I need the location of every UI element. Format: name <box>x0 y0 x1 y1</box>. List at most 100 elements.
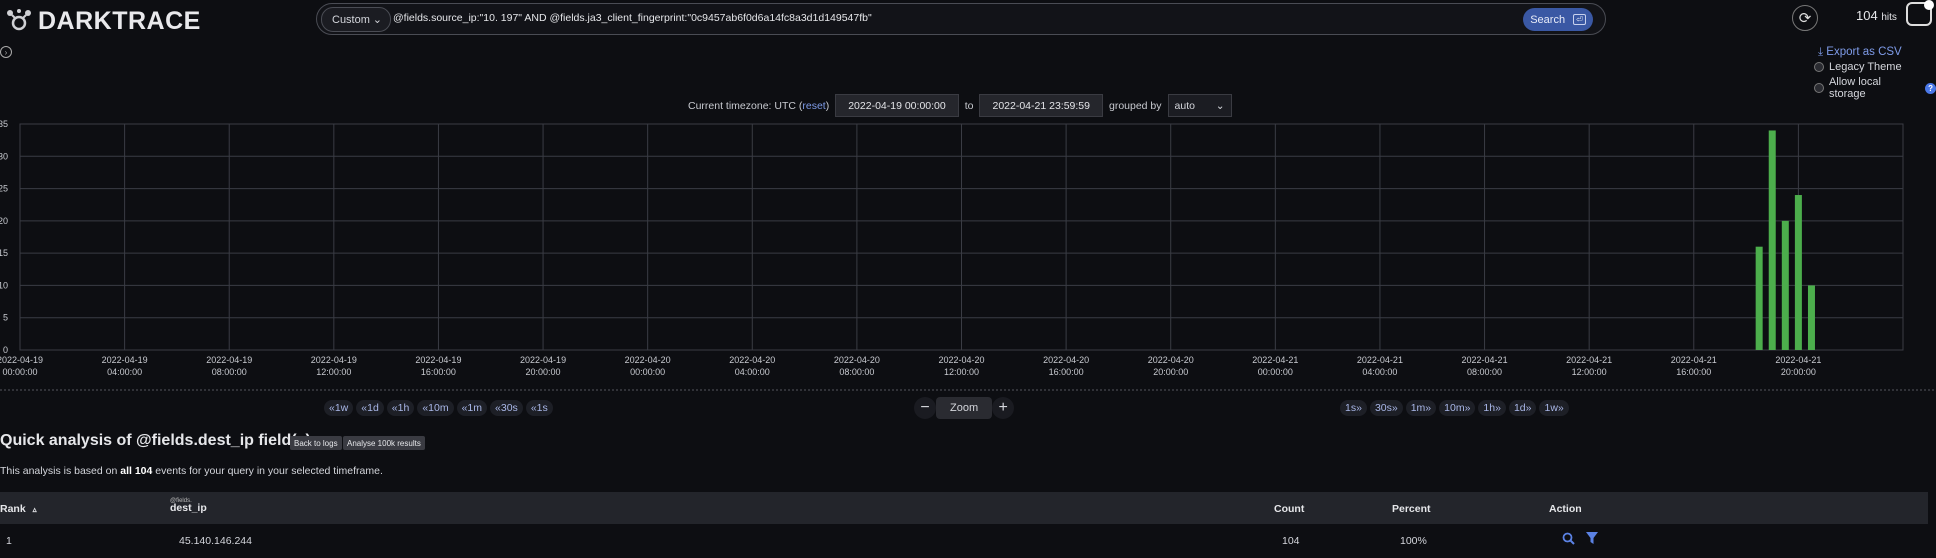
time-back-button[interactable]: «1m <box>456 400 488 416</box>
to-date-input[interactable]: 2022-04-21 23:59:59 <box>979 94 1103 117</box>
search-query-input[interactable]: @fields.source_ip:"10. 197" AND @fields.… <box>393 12 872 24</box>
time-back-button[interactable]: «10m <box>417 400 454 416</box>
legacy-theme-radio[interactable] <box>1814 62 1824 72</box>
x-tick-time: 12:00:00 <box>1572 367 1607 377</box>
rank-column-header[interactable]: Rank ▵ <box>0 503 37 515</box>
time-back-button[interactable]: «1d <box>356 400 384 416</box>
back-to-logs-button[interactable]: Back to logs <box>290 436 342 450</box>
percent-column-header[interactable]: Percent <box>1392 503 1431 515</box>
query-type-value: Custom <box>332 13 370 26</box>
histogram-bar[interactable] <box>1794 195 1802 350</box>
search-icon[interactable] <box>1562 532 1575 548</box>
y-tick-label: 35 <box>0 119 8 129</box>
analyse-100k-button[interactable]: Analyse 100k results <box>343 436 425 450</box>
allow-local-storage-toggle[interactable]: Allow local storage ? <box>1814 76 1936 100</box>
x-tick-time: 16:00:00 <box>1049 367 1084 377</box>
legacy-theme-label: Legacy Theme <box>1829 61 1902 73</box>
notification-badge <box>1924 0 1934 10</box>
export-csv-link[interactable]: ⤓ Export as CSV <box>1818 46 1902 59</box>
hits-counter: 104 hits <box>1856 8 1897 23</box>
chevron-down-icon: ⌄ <box>372 14 382 26</box>
histogram-bar[interactable] <box>1768 130 1776 350</box>
time-forward-button[interactable]: 1m» <box>1405 400 1437 416</box>
x-tick-date: 2022-04-21 <box>1775 355 1821 365</box>
sidebar-toggle-button[interactable]: › <box>0 46 12 58</box>
refresh-icon: ⟳ <box>1798 10 1812 27</box>
x-tick-date: 2022-04-21 <box>1462 355 1508 365</box>
histogram-chart[interactable]: 353025201510502022-04-1900:00:002022-04-… <box>0 118 1936 393</box>
from-date-input[interactable]: 2022-04-19 00:00:00 <box>835 94 959 117</box>
zoom-in-button[interactable]: + <box>992 397 1015 419</box>
x-tick-time: 08:00:00 <box>1467 367 1502 377</box>
darktrace-logo[interactable]: DARKTRACE <box>6 4 201 38</box>
refresh-button[interactable]: ⟳ <box>1792 5 1818 31</box>
zoom-out-button[interactable]: − <box>914 397 936 419</box>
download-icon: ⤓ <box>1818 46 1824 58</box>
x-tick-time: 12:00:00 <box>944 367 979 377</box>
x-tick-time: 20:00:00 <box>1153 367 1188 377</box>
time-back-button[interactable]: «1h <box>386 400 415 416</box>
y-tick-label: 20 <box>0 216 8 226</box>
allow-local-storage-radio[interactable] <box>1814 83 1824 93</box>
x-tick-time: 08:00:00 <box>212 367 247 377</box>
action-column-header: Action <box>1549 503 1582 515</box>
x-tick-date: 2022-04-20 <box>625 355 671 365</box>
zoom-control: − Zoom + <box>914 397 1015 419</box>
histogram-bar[interactable] <box>1807 285 1815 350</box>
time-back-nav: «1w «1d «1h «10m «1m «30s «1s <box>324 400 553 416</box>
chevron-down-icon: ⌄ <box>1215 99 1225 112</box>
search-button[interactable]: Search ⏎ <box>1523 8 1593 31</box>
time-forward-button[interactable]: 1w» <box>1539 400 1569 416</box>
x-tick-time: 20:00:00 <box>526 367 561 377</box>
x-tick-time: 20:00:00 <box>1781 367 1816 377</box>
x-tick-date: 2022-04-21 <box>1357 355 1403 365</box>
count-column-header[interactable]: Count <box>1274 503 1304 515</box>
analysis-note-prefix: This analysis is based on <box>0 465 121 477</box>
row-percent: 100% <box>1400 535 1427 547</box>
x-tick-time: 04:00:00 <box>1362 367 1397 377</box>
time-back-button[interactable]: «1w <box>324 400 354 416</box>
query-type-select[interactable]: Custom ⌄ <box>321 7 391 32</box>
analysis-note: This analysis is based on all 104 events… <box>0 465 383 477</box>
x-tick-date: 2022-04-20 <box>834 355 880 365</box>
x-tick-date: 2022-04-19 <box>102 355 148 365</box>
x-tick-time: 04:00:00 <box>107 367 142 377</box>
analysis-note-bold: all 104 <box>120 465 153 477</box>
x-tick-date: 2022-04-19 <box>206 355 252 365</box>
x-tick-date: 2022-04-21 <box>1252 355 1298 365</box>
y-tick-label: 25 <box>0 184 8 194</box>
x-tick-date: 2022-04-20 <box>1148 355 1194 365</box>
histogram-bar[interactable] <box>1755 246 1763 350</box>
time-forward-button[interactable]: 1d» <box>1508 400 1537 416</box>
y-tick-label: 30 <box>0 151 8 161</box>
field-header-label: dest_ip <box>170 502 207 514</box>
time-forward-button[interactable]: 30s» <box>1369 400 1403 416</box>
field-column-header[interactable]: @fields. dest_ip <box>170 498 207 514</box>
time-forward-button[interactable]: 1h» <box>1478 400 1506 416</box>
x-tick-time: 12:00:00 <box>316 367 351 377</box>
x-tick-time: 00:00:00 <box>2 367 37 377</box>
group-by-select[interactable]: auto ⌄ <box>1167 94 1232 117</box>
x-tick-date: 2022-04-21 <box>1671 355 1717 365</box>
time-forward-nav: 1s» 30s» 1m» 10m» 1h» 1d» 1w» <box>1340 400 1569 416</box>
to-label: to <box>964 99 974 112</box>
time-back-button[interactable]: «1s <box>525 400 553 416</box>
row-count: 104 <box>1282 535 1300 547</box>
help-icon[interactable]: ? <box>1925 82 1936 94</box>
legacy-theme-toggle[interactable]: Legacy Theme <box>1814 61 1902 73</box>
time-back-button[interactable]: «30s <box>490 400 523 416</box>
y-tick-label: 15 <box>0 248 8 258</box>
timezone-label: Current timezone: UTC (reset) <box>688 99 830 112</box>
histogram-bar[interactable] <box>1781 220 1789 350</box>
hits-count: 104 <box>1856 8 1878 23</box>
x-tick-date: 2022-04-19 <box>520 355 566 365</box>
keyboard-enter-icon: ⏎ <box>1573 14 1586 25</box>
time-forward-button[interactable]: 10m» <box>1439 400 1476 416</box>
table-row: 1 45.140.146.244 104 100% <box>0 524 1928 556</box>
filter-icon[interactable] <box>1586 532 1598 548</box>
grouped-by-label: grouped by <box>1108 99 1162 112</box>
x-tick-time: 16:00:00 <box>421 367 456 377</box>
time-forward-button[interactable]: 1s» <box>1340 400 1367 416</box>
timerange-row: Current timezone: UTC (reset) 2022-04-19… <box>688 93 1232 118</box>
timezone-reset-link[interactable]: reset <box>802 100 825 112</box>
